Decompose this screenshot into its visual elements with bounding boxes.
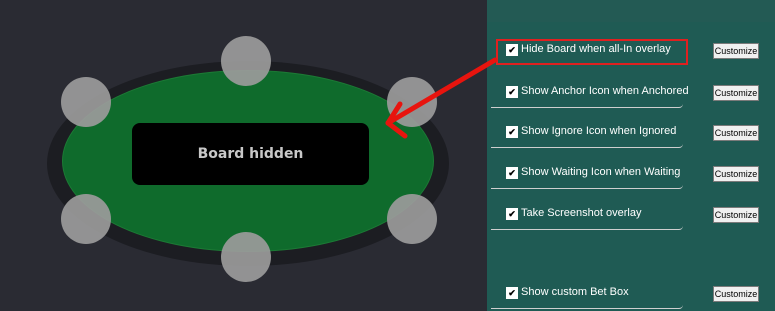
red-arrow-icon	[385, 57, 498, 139]
